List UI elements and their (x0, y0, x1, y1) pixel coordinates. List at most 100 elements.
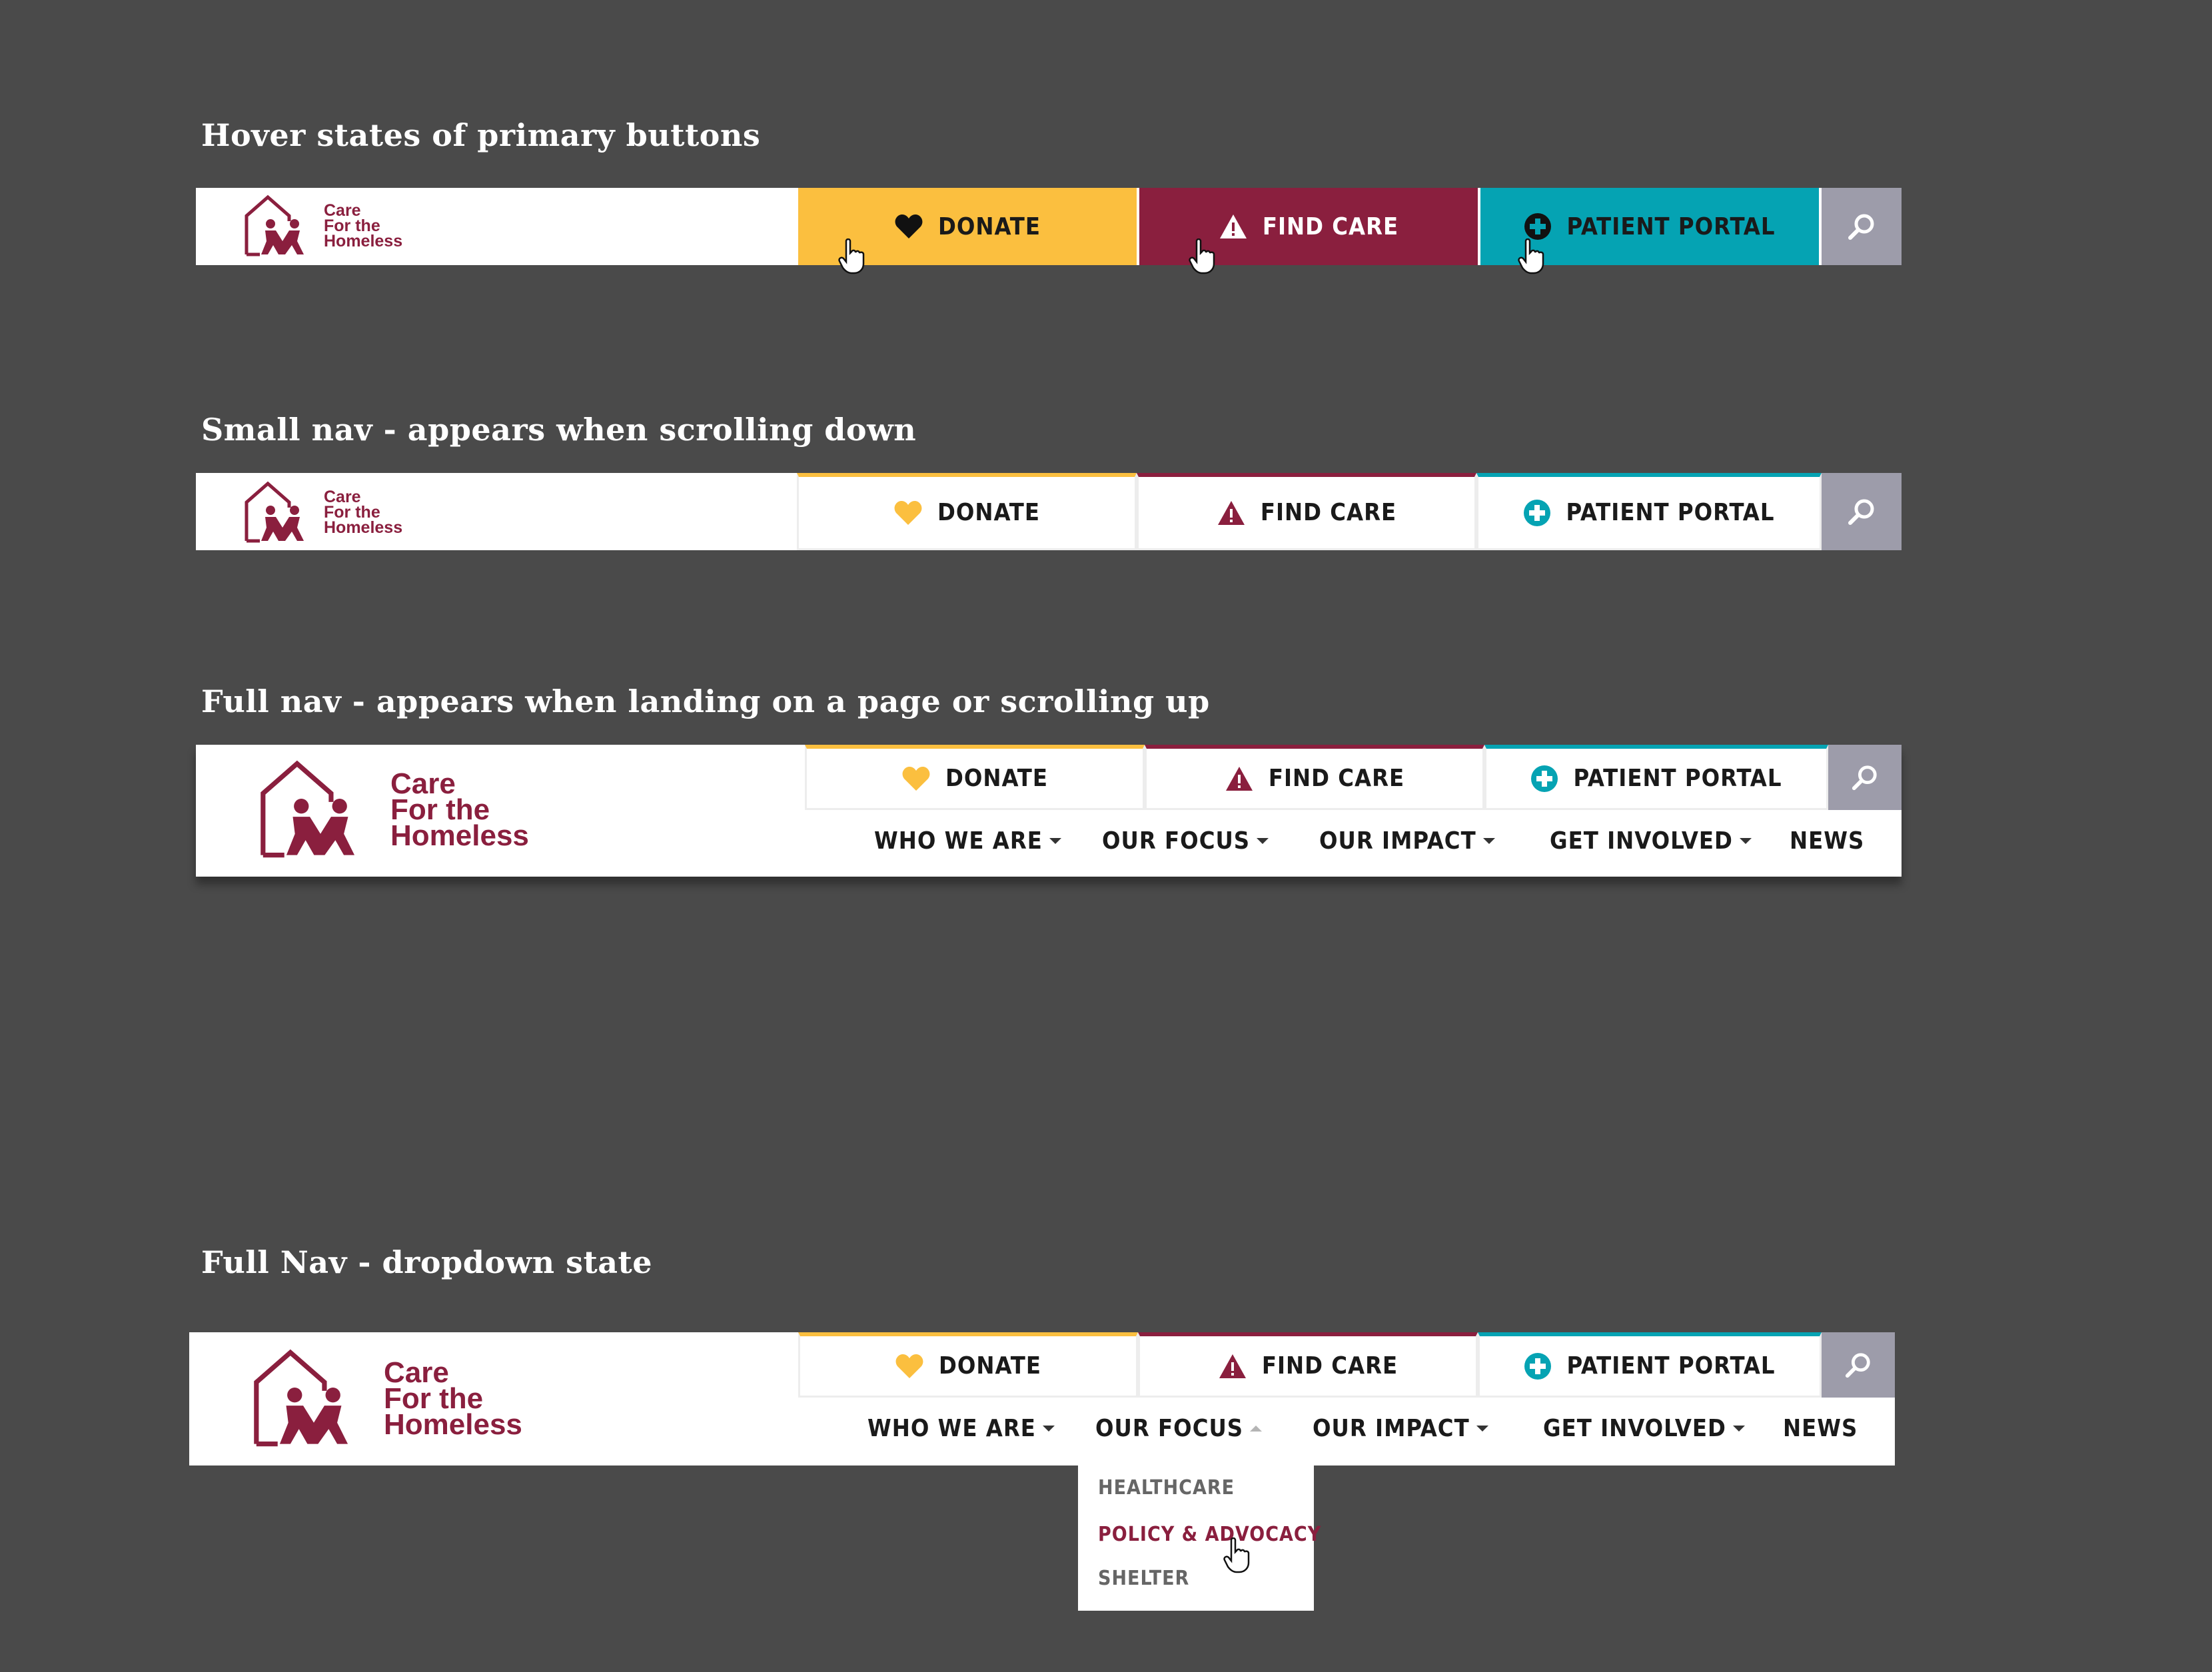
menu-our-focus[interactable]: OUR FOCUS (1102, 827, 1269, 855)
menu-get-involved-label: GET INVOLVED (1550, 827, 1733, 855)
menu-who-we-are-label: WHO WE ARE (867, 1415, 1036, 1442)
heart-icon (894, 213, 923, 240)
menu-who-we-are[interactable]: WHO WE ARE (874, 827, 1061, 855)
logo-text-line3: Homeless (390, 819, 529, 852)
heart-icon (901, 765, 931, 792)
menu-our-impact[interactable]: OUR IMPACT (1319, 827, 1495, 855)
house-family-icon (261, 760, 355, 858)
chevron-up-icon (1250, 1426, 1263, 1432)
patient-portal-label: PATIENT PORTAL (1573, 765, 1782, 792)
donate-label: DONATE (937, 499, 1041, 526)
warning-icon (1225, 765, 1254, 792)
logo-text-line2: For the (390, 793, 490, 826)
chevron-down-icon (1732, 1426, 1745, 1432)
section-title-hover: Hover states of primary buttons (201, 117, 761, 153)
donate-label: DONATE (945, 765, 1049, 792)
search-icon (1845, 1353, 1870, 1378)
warning-icon (1219, 213, 1248, 240)
logo-text-line3: Homeless (324, 231, 403, 250)
chevron-down-icon (1482, 838, 1495, 844)
plus-circle-icon (1524, 1352, 1552, 1380)
our-focus-dropdown: HEALTHCARE POLICY & ADVOCACY SHELTER (1078, 1465, 1321, 1611)
patient-portal-label: PATIENT PORTAL (1566, 1352, 1776, 1380)
donate-label: DONATE (937, 212, 1041, 240)
search-button[interactable] (1822, 1332, 1895, 1398)
chevron-down-icon (1049, 838, 1061, 844)
menu-our-impact-label: OUR IMPACT (1319, 827, 1476, 855)
chevron-down-icon (1739, 838, 1752, 844)
section-title-dropdown: Full Nav - dropdown state (201, 1244, 653, 1280)
warning-icon (1218, 1353, 1247, 1380)
hand-cursor-icon (838, 238, 865, 274)
heart-icon (895, 1353, 924, 1380)
find-care-button[interactable]: FIND CARE (1138, 1332, 1478, 1398)
hand-cursor-icon (1223, 1537, 1250, 1573)
chevron-down-icon (1042, 1426, 1055, 1432)
search-icon (1852, 765, 1877, 791)
logo[interactable]: Care For the Homeless (244, 481, 402, 544)
logo[interactable]: Care For the Homeless (251, 1348, 522, 1448)
dropdown-item-healthcare[interactable]: HEALTHCARE (1098, 1476, 1235, 1499)
dropdown-item-shelter[interactable]: SHELTER (1098, 1567, 1189, 1590)
section-title-small: Small nav - appears when scrolling down (201, 412, 917, 448)
menu-news-label: NEWS (1783, 1415, 1858, 1442)
plus-circle-icon (1524, 212, 1552, 240)
hover-nav: Care For the Homeless DONATE FIND CARE P… (196, 188, 1902, 265)
plus-circle-icon (1523, 499, 1551, 527)
search-button[interactable] (1828, 745, 1902, 810)
search-button[interactable] (1822, 188, 1902, 265)
find-care-label: FIND CARE (1260, 499, 1397, 526)
menu-our-impact[interactable]: OUR IMPACT (1313, 1415, 1488, 1442)
find-care-label: FIND CARE (1261, 1352, 1398, 1380)
menu-get-involved[interactable]: GET INVOLVED (1550, 827, 1752, 855)
find-care-button[interactable]: FIND CARE (1145, 745, 1484, 810)
search-icon (1848, 499, 1874, 525)
logo-text-line2: For the (384, 1382, 484, 1415)
menu-who-we-are-label: WHO WE ARE (874, 827, 1043, 855)
menu-get-involved-label: GET INVOLVED (1543, 1415, 1726, 1442)
small-nav: Care For the Homeless DONATE FIND CARE P… (196, 473, 1902, 550)
menu-our-focus-label: OUR FOCUS (1095, 1415, 1244, 1442)
search-icon (1848, 214, 1874, 240)
logo[interactable]: Care For the Homeless (244, 195, 402, 257)
chevron-down-icon (1476, 1426, 1488, 1432)
menu-our-focus-label: OUR FOCUS (1102, 827, 1251, 855)
house-family-icon (245, 481, 304, 543)
warning-icon (1217, 500, 1246, 526)
menu-news[interactable]: NEWS (1783, 1415, 1858, 1442)
full-nav: Care For the Homeless DONATE FIND CARE P… (196, 745, 1902, 877)
logo-text-line1: Care (384, 1356, 449, 1389)
logo-text-line1: Care (390, 767, 456, 800)
find-care-button[interactable]: FIND CARE (1137, 473, 1476, 550)
donate-button[interactable]: DONATE (797, 473, 1137, 550)
menu-get-involved[interactable]: GET INVOLVED (1543, 1415, 1745, 1442)
dropdown-nav: Care For the Homeless DONATE FIND CARE P… (189, 1332, 1895, 1465)
logo-text-line3: Homeless (384, 1408, 522, 1441)
donate-button[interactable]: DONATE (798, 1332, 1138, 1398)
patient-portal-button[interactable]: PATIENT PORTAL (1478, 1332, 1822, 1398)
find-care-label: FIND CARE (1262, 212, 1399, 240)
logo[interactable]: Care For the Homeless (257, 759, 529, 859)
search-button[interactable] (1822, 473, 1902, 550)
chevron-down-icon (1257, 838, 1269, 844)
menu-our-impact-label: OUR IMPACT (1313, 1415, 1470, 1442)
plus-circle-icon (1530, 765, 1558, 793)
donate-button[interactable]: DONATE (805, 745, 1145, 810)
menu-who-we-are[interactable]: WHO WE ARE (867, 1415, 1055, 1442)
patient-portal-button[interactable]: PATIENT PORTAL (1476, 473, 1822, 550)
patient-portal-button[interactable]: PATIENT PORTAL (1484, 745, 1828, 810)
house-family-icon (245, 195, 304, 256)
patient-portal-label: PATIENT PORTAL (1566, 212, 1776, 240)
hand-cursor-icon (1189, 238, 1215, 274)
heart-icon (893, 500, 923, 526)
logo-text-line3: Homeless (324, 518, 403, 537)
find-care-label: FIND CARE (1268, 765, 1405, 792)
house-family-icon (254, 1349, 348, 1447)
menu-news[interactable]: NEWS (1790, 827, 1864, 855)
section-title-full: Full nav - appears when landing on a pag… (201, 683, 1210, 719)
menu-news-label: NEWS (1790, 827, 1865, 855)
hand-cursor-icon (1518, 238, 1544, 274)
dropdown-item-policy-advocacy[interactable]: POLICY & ADVOCACY (1098, 1523, 1321, 1546)
patient-portal-label: PATIENT PORTAL (1566, 499, 1775, 526)
menu-our-focus[interactable]: OUR FOCUS (1095, 1415, 1263, 1442)
